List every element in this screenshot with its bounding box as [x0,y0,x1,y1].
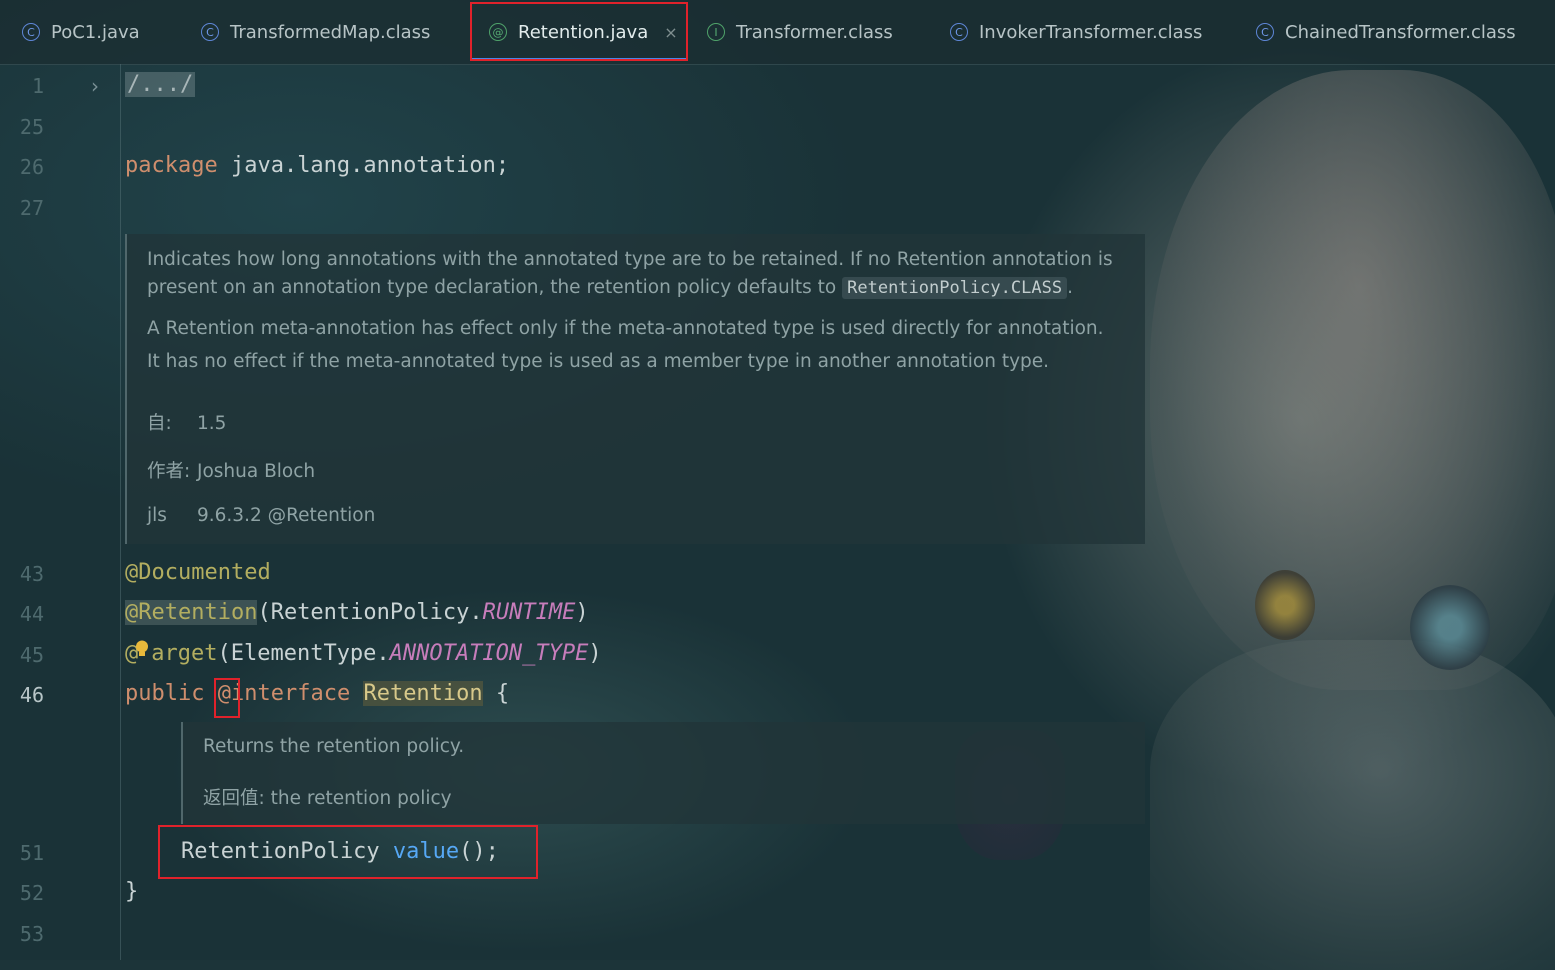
line-number: 1 [31,74,44,98]
code-token: (RetentionPolicy. [257,600,483,625]
code-line-brace: } [125,879,139,904]
doc-tag-label: 自: [147,413,172,434]
highlight-box-at-symbol [214,678,240,718]
doc-text: It has no effect if the meta-annotated t… [147,351,1050,372]
tab-label: ChainedTransformer.class [1285,21,1516,43]
background-character-eye [1255,570,1315,640]
doc-tag-value: 1.5 [197,413,227,434]
annotation-target: arget [151,641,218,666]
code-token: ) [575,600,589,625]
code-token: ) [588,641,602,666]
code-line-interface: public @interface Retention { [125,681,509,706]
doc-author: 作者: Joshua Bloch [147,457,315,483]
line-number: 51 [19,841,44,865]
line-number: 25 [19,115,44,139]
line-number: 27 [19,196,44,220]
annotation-retention: @Retention [125,600,258,625]
highlight-box-active-tab [470,2,688,61]
tab-label: PoC1.java [51,21,140,43]
tab-poc1-java[interactable]: C PoC1.java [22,0,140,64]
interface-icon: I [707,23,725,41]
code-line-package: package java.lang.annotation; [125,153,509,178]
line-number-current: 46 [19,683,44,707]
highlight-box-value-method [158,825,538,879]
tab-chainedtransformer-class[interactable]: C ChainedTransformer.class [1256,0,1516,64]
tab-label: TransformedMap.class [230,21,431,43]
background-character-hair [1150,70,1555,690]
constant-annotation-type: ANNOTATION_TYPE [389,641,589,666]
doc-text: present on an annotation type declaratio… [147,277,1073,299]
doc-returns: 返回值: the retention policy [203,784,452,810]
line-number: 26 [19,155,44,179]
code-token: { [482,681,510,706]
tab-invokertransformer-class[interactable]: C InvokerTransformer.class [950,0,1202,64]
javadoc-rendered: Indicates how long annotations with the … [125,234,1145,544]
doc-jls: jls 9.6.3.2 @Retention [147,505,375,526]
line-number: 52 [19,881,44,905]
doc-code: RetentionPolicy.CLASS [842,277,1068,299]
code-line-fold[interactable]: /.../ [125,72,196,97]
class-icon: C [1256,23,1274,41]
code-token: (ElementType. [217,641,390,666]
doc-tag-label: jls [147,505,167,526]
doc-tag-value: Joshua Bloch [197,461,316,482]
line-number: 45 [19,643,44,667]
line-number: 43 [19,562,44,586]
line-number: 44 [19,602,44,626]
tab-label: InvokerTransformer.class [979,21,1203,43]
javadoc-rendered-method: Returns the retention policy. 返回值: the r… [181,722,1145,824]
code-line-documented: @Documented [125,560,271,585]
background-character-eye [1410,585,1490,670]
doc-text: Returns the retention policy. [203,736,465,757]
tab-label: Transformer.class [736,21,893,43]
class-icon: C [201,23,219,41]
code-line-retention: @Retention(RetentionPolicy.RUNTIME) [125,600,589,625]
doc-tag-value: the retention policy [270,788,452,809]
lightbulb-icon[interactable] [135,640,149,658]
doc-text-part: present on an annotation type declaratio… [147,277,843,298]
doc-tag-label: 作者: [147,461,191,482]
class-icon: C [22,23,40,41]
background-character-body [1150,640,1555,970]
chevron-right-icon[interactable]: › [91,74,99,98]
package-name: java.lang.annotation; [217,153,510,178]
doc-text: A Retention meta-annotation has effect o… [147,318,1104,339]
keyword-package: package [125,153,218,178]
constant-runtime: RUNTIME [482,600,576,625]
doc-tag-value: 9.6.3.2 @Retention [197,505,376,526]
doc-since: 自: 1.5 [147,409,226,435]
annotation-documented: @Documented [125,560,271,585]
class-icon: C [950,23,968,41]
tab-transformedmap-class[interactable]: C TransformedMap.class [201,0,430,64]
keyword-interface: interface [230,681,351,706]
folded-region[interactable]: /.../ [125,72,196,97]
keyword-public: public [125,681,205,706]
editor-tab-bar: C PoC1.java C TransformedMap.class @ Ret… [0,0,1555,65]
line-number: 53 [19,922,44,946]
doc-text: Indicates how long annotations with the … [147,249,1113,270]
doc-text-part: . [1067,277,1073,298]
code-line-target: @ arget(ElementType.ANNOTATION_TYPE) [125,641,602,666]
class-name-retention: Retention [363,681,483,706]
tab-transformer-class[interactable]: I Transformer.class [707,0,893,64]
doc-tag-label: 返回值: [203,788,265,809]
gutter-divider [120,64,121,960]
